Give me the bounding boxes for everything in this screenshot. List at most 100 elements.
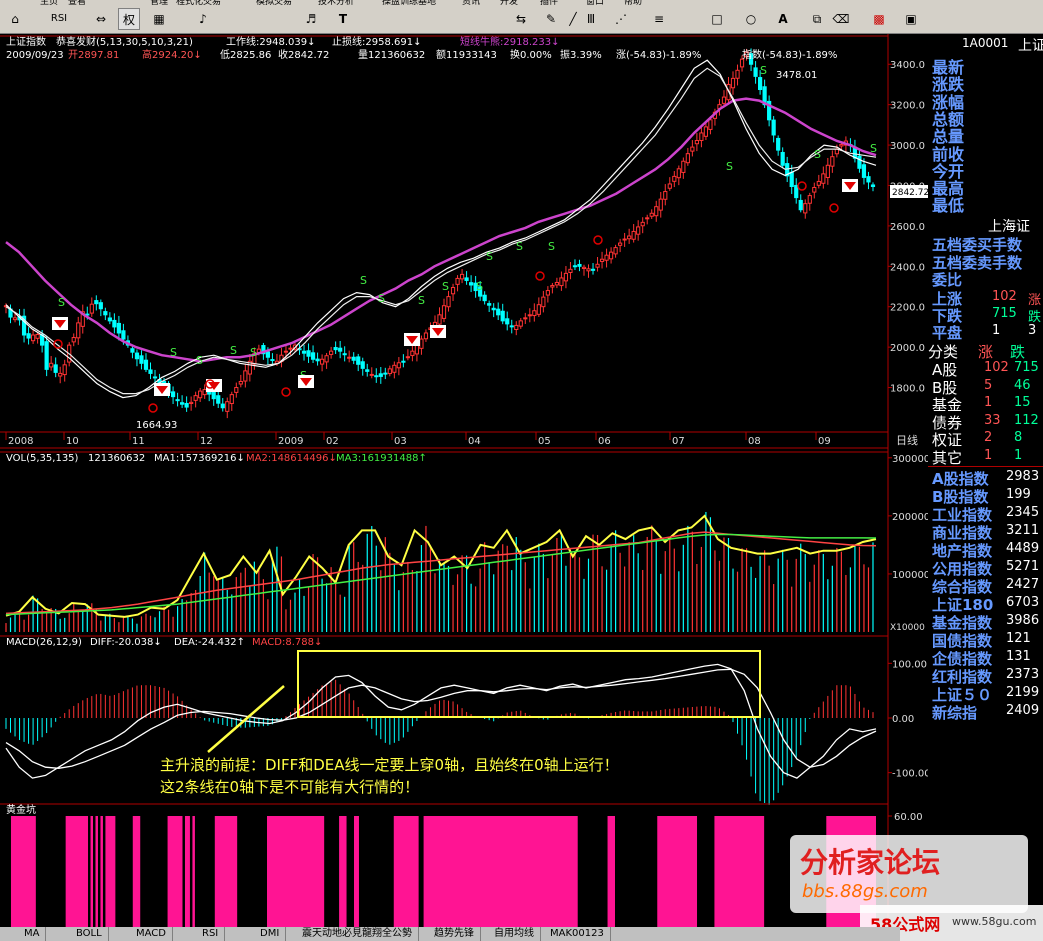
- indicator-tab[interactable]: 趋势先锋: [428, 927, 481, 941]
- candle-body: [107, 317, 112, 322]
- sell-signal-mark: S: [170, 346, 177, 359]
- candle-body: [310, 352, 316, 360]
- indicator-tab[interactable]: 震天动地必見龍翔全公勢: [296, 927, 419, 941]
- index-value: 2409: [1006, 703, 1040, 718]
- menu-item[interactable]: 主页: [40, 0, 58, 8]
- menu-item[interactable]: 插件: [540, 0, 558, 8]
- candle-body: [243, 370, 248, 382]
- indicator-tab[interactable]: MACD: [130, 927, 173, 941]
- category-down: 1: [1014, 447, 1023, 463]
- menu-item[interactable]: 程式化交易: [176, 0, 221, 8]
- golden-pit-block: [214, 816, 238, 927]
- index-value: 3986: [1006, 613, 1040, 628]
- copy-icon[interactable]: ⧉: [806, 8, 828, 30]
- candle-body: [541, 296, 546, 308]
- quote-side-panel: 1A0001 上证 最新 涨跌 涨幅 总额 总量 前收 今开 最高 最低 上海证 五档委买手数 五档委卖手…: [928, 34, 1043, 941]
- candle-body: [568, 268, 573, 274]
- macd-y-tick-label: 0.00: [892, 714, 914, 725]
- candle-body: [175, 399, 180, 402]
- circle-icon[interactable]: ○: [740, 8, 762, 30]
- candle-body: [283, 350, 289, 353]
- palette-icon[interactable]: ▩: [868, 8, 890, 30]
- candle-body: [699, 132, 704, 142]
- grid-icon[interactable]: ▦: [148, 8, 170, 30]
- candle-body: [387, 368, 392, 375]
- candle-body: [590, 268, 596, 271]
- menu-item[interactable]: 查看: [68, 0, 86, 8]
- indicator-tab[interactable]: MA: [18, 927, 47, 941]
- category-up: 102: [984, 360, 1009, 375]
- candle-body: [378, 373, 383, 377]
- candle-body: [622, 238, 627, 241]
- candle-body: [649, 212, 654, 217]
- menu-item[interactable]: 管理: [150, 0, 168, 8]
- golden-pit-block: [10, 816, 36, 927]
- candle-body: [356, 356, 361, 365]
- candle-body: [735, 69, 740, 79]
- candle-body: [401, 360, 406, 363]
- bar-info-8: 振3.39%: [560, 48, 602, 61]
- fan-icon[interactable]: ⋰: [610, 8, 632, 30]
- sell-signal-mark: S: [418, 294, 425, 307]
- candle-body: [721, 96, 727, 104]
- indicator-tab[interactable]: BOLL: [70, 927, 109, 941]
- menu-item[interactable]: 窗口: [586, 0, 604, 8]
- candle-body: [306, 350, 311, 357]
- candle-body: [220, 403, 225, 409]
- bell-icon[interactable]: ♪: [192, 8, 214, 30]
- candle-body: [288, 347, 293, 350]
- x-tick-label: 04: [468, 436, 481, 447]
- candle-body: [857, 155, 862, 169]
- bars-icon[interactable]: Ⅲ: [580, 8, 602, 30]
- candle-body: [654, 206, 659, 217]
- header-field-1: 恭喜发财(5,13,30,5,10,3,21): [56, 35, 193, 48]
- home-icon[interactable]: ⌂: [4, 8, 26, 30]
- breadth-value: 715: [992, 306, 1017, 321]
- save-icon[interactable]: ▣: [900, 8, 922, 30]
- candle-body: [134, 352, 140, 360]
- candle-body: [26, 333, 31, 339]
- category-down: 15: [1014, 395, 1031, 410]
- menu-item[interactable]: 帮助: [624, 0, 642, 8]
- x-tick-label: 07: [672, 436, 685, 447]
- exchange-icon[interactable]: ⇆: [510, 8, 532, 30]
- indicator-tab[interactable]: RSI: [196, 927, 226, 941]
- indicator-tab[interactable]: 自用均线: [488, 927, 541, 941]
- x-tick-label: 10: [66, 436, 79, 447]
- candle-body: [446, 296, 451, 308]
- menu-item[interactable]: 操盘训练基地: [382, 0, 436, 8]
- candle-body: [301, 350, 307, 354]
- eraser-icon[interactable]: ⌫: [830, 8, 852, 30]
- arrows-icon[interactable]: ⇔: [90, 8, 112, 30]
- menu-item[interactable]: 技术分析: [318, 0, 354, 8]
- text-icon[interactable]: T: [332, 8, 354, 30]
- candle-body: [672, 175, 677, 182]
- y-tick-label: 2600.0: [890, 222, 925, 233]
- y-tick-label: 2400.0: [890, 262, 925, 273]
- sell-signal-mark: S: [516, 240, 523, 253]
- candle-body: [604, 254, 609, 261]
- rect-icon[interactable]: □: [706, 8, 728, 30]
- candle-body: [180, 402, 185, 405]
- indicator-tab[interactable]: MAK00123: [544, 927, 611, 941]
- candle-body: [627, 235, 632, 240]
- candle-body: [116, 322, 121, 334]
- pen-icon[interactable]: ✎: [540, 8, 562, 30]
- macd-diff-label: DIFF:-20.038↓: [90, 637, 162, 648]
- category-down: 112: [1014, 412, 1039, 428]
- gold-y-tick-label: 60.00: [894, 812, 923, 823]
- menu-item[interactable]: 模拟交易: [256, 0, 292, 8]
- sound-icon[interactable]: ♬: [300, 8, 322, 30]
- menu-item[interactable]: 开发: [500, 0, 518, 8]
- indicator-tab[interactable]: DMI: [254, 927, 287, 941]
- bar-info-9: 涨(-54.83)-1.89%: [616, 49, 701, 61]
- font-icon[interactable]: A: [772, 8, 794, 30]
- rsi-button[interactable]: RSI: [48, 8, 70, 30]
- menu-item[interactable]: 资讯: [462, 0, 480, 8]
- rights-button[interactable]: 权: [118, 8, 140, 30]
- channel-icon[interactable]: ≡: [648, 8, 670, 30]
- category-up: 2: [984, 430, 993, 445]
- security-name: 上证: [1018, 38, 1043, 54]
- candle-body: [545, 290, 550, 296]
- golden-pit-block: [423, 816, 578, 927]
